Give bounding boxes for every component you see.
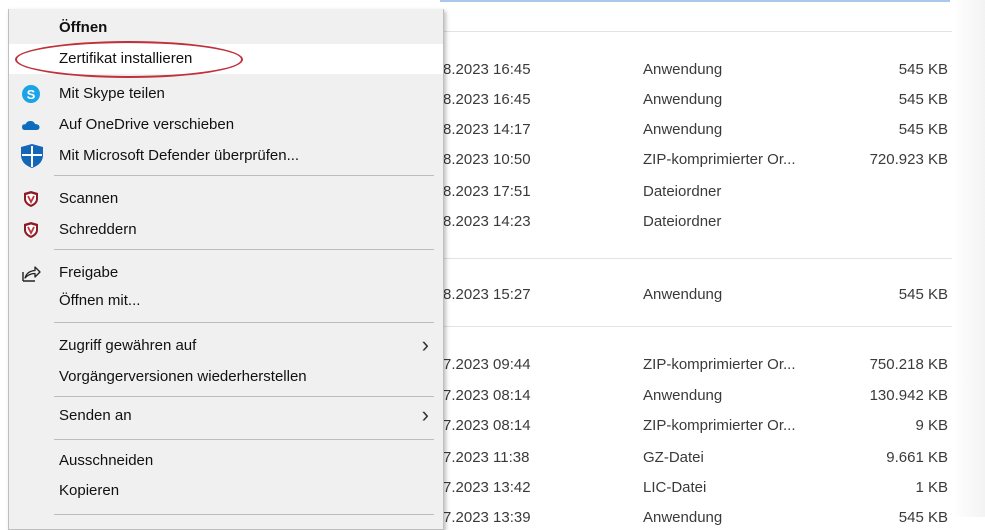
- menu-item-label: Senden an: [59, 407, 132, 424]
- chevron-right-icon: ›: [421, 402, 429, 427]
- file-row[interactable]: 8.2023 14:17 Anwendung 545 KB: [440, 118, 960, 142]
- file-row[interactable]: 7.2023 13:42 LIC-Datei 1 KB: [440, 476, 960, 500]
- file-row[interactable]: 7.2023 13:39 Anwendung 545 KB: [440, 506, 960, 530]
- file-date: 8.2023 14:23: [443, 213, 531, 230]
- menu-item-restore-previous-versions[interactable]: Vorgängerversionen wiederherstellen: [9, 362, 443, 392]
- menu-item-open-with[interactable]: Öffnen mit...: [9, 286, 443, 316]
- menu-item-give-access[interactable]: Zugriff gewähren auf ›: [9, 331, 443, 361]
- file-size: 545 KB: [898, 509, 948, 526]
- file-type: Anwendung: [643, 387, 723, 404]
- file-date: 8.2023 16:45: [443, 61, 531, 78]
- file-row[interactable]: 8.2023 10:50 ZIP-komprimierter Or... 720…: [440, 148, 960, 172]
- menu-separator: [54, 439, 434, 440]
- menu-item-send-to[interactable]: Senden an ›: [9, 401, 443, 431]
- menu-separator: [54, 249, 434, 250]
- group-separator: [440, 258, 952, 259]
- menu-item-cut[interactable]: Ausschneiden: [9, 446, 443, 476]
- context-menu: Öffnen Zertifikat installieren S Mit Sky…: [8, 9, 444, 530]
- menu-item-defender-scan[interactable]: Mit Microsoft Defender überprüfen...: [9, 141, 443, 171]
- menu-item-label: Vorgängerversionen wiederherstellen: [59, 368, 307, 385]
- file-size: 9 KB: [915, 417, 948, 434]
- file-date: 8.2023 15:27: [443, 286, 531, 303]
- file-date: 8.2023 16:45: [443, 91, 531, 108]
- file-size: 720.923 KB: [869, 151, 948, 168]
- menu-item-label: Freigabe: [59, 264, 119, 281]
- menu-item-install-certificate[interactable]: Zertifikat installieren: [9, 44, 443, 74]
- file-type: Dateiordner: [643, 213, 722, 230]
- menu-item-label: Auf OneDrive verschieben: [59, 116, 235, 133]
- menu-item-scan[interactable]: Scannen: [9, 184, 443, 214]
- menu-item-copy[interactable]: Kopieren: [9, 476, 443, 506]
- file-row[interactable]: 8.2023 17:51 Dateiordner: [440, 180, 960, 204]
- group-separator: [440, 326, 952, 327]
- file-date: 7.2023 09:44: [443, 356, 531, 373]
- file-date: 7.2023 13:42: [443, 479, 531, 496]
- menu-item-label: Öffnen mit...: [59, 292, 141, 309]
- file-date: 7.2023 08:14: [443, 417, 531, 434]
- defender-shield-icon: [19, 143, 45, 169]
- file-size: 545 KB: [898, 286, 948, 303]
- file-row[interactable]: 7.2023 08:14 ZIP-komprimierter Or... 9 K…: [440, 414, 960, 438]
- menu-item-label: Zertifikat installieren: [59, 50, 193, 67]
- file-type: Anwendung: [643, 61, 723, 78]
- menu-separator: [54, 396, 434, 397]
- menu-item-label: Mit Skype teilen: [59, 85, 165, 102]
- menu-item-onedrive[interactable]: Auf OneDrive verschieben: [9, 110, 443, 140]
- file-size: 545 KB: [898, 91, 948, 108]
- menu-item-share[interactable]: Freigabe: [9, 258, 443, 288]
- onedrive-cloud-icon: [21, 115, 41, 135]
- file-size: 9.661 KB: [886, 449, 948, 466]
- skype-icon: S: [21, 84, 41, 104]
- file-size: 750.218 KB: [869, 356, 948, 373]
- file-date: 8.2023 17:51: [443, 183, 531, 200]
- file-type: Anwendung: [643, 509, 723, 526]
- file-type: Anwendung: [643, 121, 723, 138]
- file-type: Anwendung: [643, 91, 723, 108]
- share-icon: [21, 263, 41, 283]
- file-date: 8.2023 10:50: [443, 151, 531, 168]
- file-size: 545 KB: [898, 61, 948, 78]
- antivirus-shield-icon: [21, 189, 41, 209]
- menu-item-label: Mit Microsoft Defender überprüfen...: [59, 147, 300, 164]
- file-date: 7.2023 13:39: [443, 509, 531, 526]
- file-date: 7.2023 11:38: [443, 449, 530, 466]
- file-row[interactable]: 7.2023 08:14 Anwendung 130.942 KB: [440, 384, 960, 408]
- file-type: LIC-Datei: [643, 479, 707, 496]
- group-separator: [440, 31, 952, 32]
- file-row[interactable]: 7.2023 11:38 GZ-Datei 9.661 KB: [440, 446, 960, 470]
- menu-item-label: Öffnen: [59, 19, 108, 36]
- menu-item-label: Zugriff gewähren auf: [59, 337, 197, 354]
- file-size: 545 KB: [898, 121, 948, 138]
- file-row[interactable]: 8.2023 14:23 Dateiordner: [440, 210, 960, 234]
- menu-item-share-skype[interactable]: S Mit Skype teilen: [9, 79, 443, 109]
- svg-text:S: S: [27, 87, 36, 102]
- file-type: ZIP-komprimierter Or...: [643, 356, 796, 373]
- menu-separator: [54, 322, 434, 323]
- menu-separator: [54, 514, 434, 515]
- column-header-border: [440, 0, 950, 2]
- menu-separator: [54, 175, 434, 176]
- menu-item-label: Schreddern: [59, 221, 137, 238]
- menu-item-label: Ausschneiden: [59, 452, 154, 469]
- file-date: 7.2023 08:14: [443, 387, 531, 404]
- file-size: 130.942 KB: [869, 387, 948, 404]
- file-type: Dateiordner: [643, 183, 722, 200]
- file-type: GZ-Datei: [643, 449, 704, 466]
- menu-item-open[interactable]: Öffnen: [9, 13, 443, 43]
- menu-item-label: Kopieren: [59, 482, 120, 499]
- file-type: ZIP-komprimierter Or...: [643, 151, 796, 168]
- file-date: 8.2023 14:17: [443, 121, 531, 138]
- file-row[interactable]: 8.2023 16:45 Anwendung 545 KB: [440, 88, 960, 112]
- file-row[interactable]: 7.2023 09:44 ZIP-komprimierter Or... 750…: [440, 353, 960, 377]
- chevron-right-icon: ›: [421, 332, 429, 357]
- menu-item-shred[interactable]: Schreddern: [9, 215, 443, 245]
- antivirus-shield-icon: [21, 220, 41, 240]
- file-row[interactable]: 8.2023 15:27 Anwendung 545 KB: [440, 283, 960, 307]
- file-type: ZIP-komprimierter Or...: [643, 417, 796, 434]
- file-type: Anwendung: [643, 286, 723, 303]
- menu-item-label: Scannen: [59, 190, 119, 207]
- file-row[interactable]: 8.2023 16:45 Anwendung 545 KB: [440, 58, 960, 82]
- file-size: 1 KB: [915, 479, 948, 496]
